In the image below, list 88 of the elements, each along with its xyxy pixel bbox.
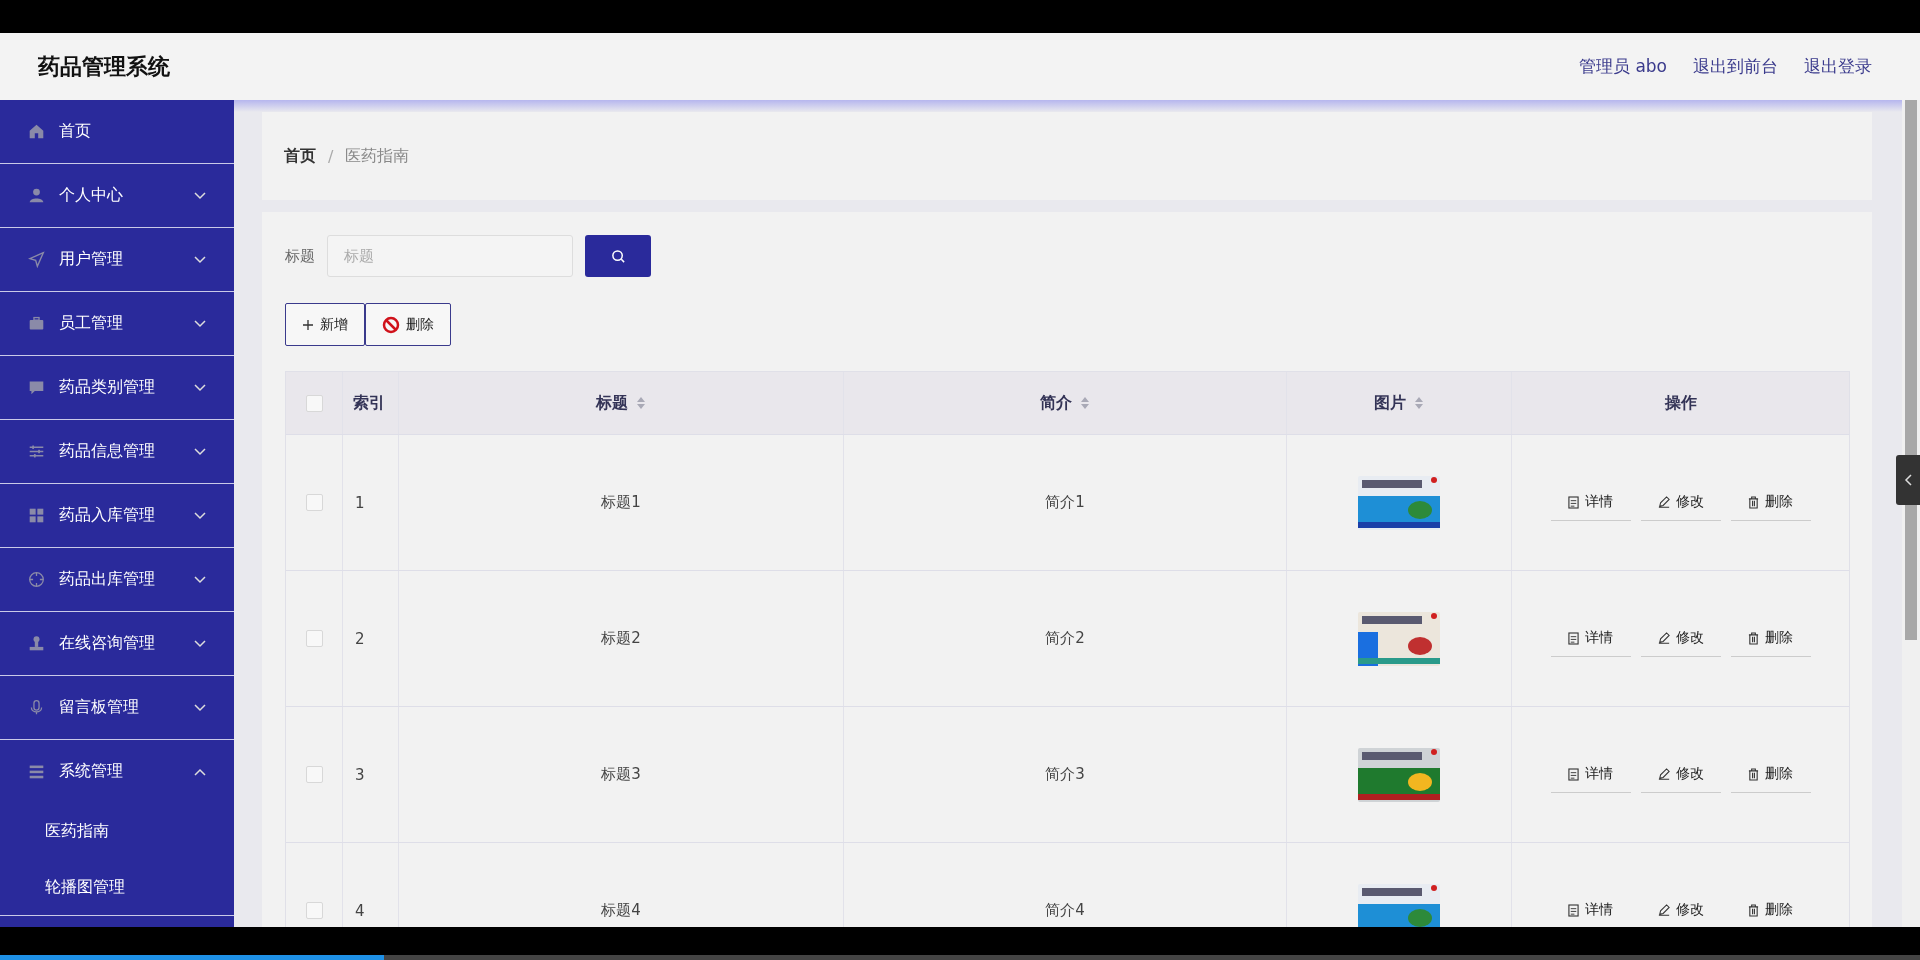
checkbox[interactable] [305,394,323,412]
table-cell: 3 [355,765,365,784]
pencil-icon [1657,904,1670,916]
table-cell: 标题4 [601,901,641,920]
trash-icon [1748,767,1759,781]
checkbox[interactable] [305,494,323,511]
document-icon [1568,631,1579,645]
menu-item[interactable]: 留言板管理 [0,676,234,739]
header-link[interactable]: 退出登录 [1804,55,1872,78]
breadcrumb-separator: / [328,146,334,166]
table-cell: 1 [355,493,365,512]
menu-icon [28,763,45,780]
sort-icon[interactable] [1080,396,1090,410]
table-cell: 简介4 [1045,901,1085,920]
column-header: 标题 [596,392,628,414]
table-cell: 简介3 [1045,765,1085,784]
row-action-button[interactable]: 详情 [1550,620,1631,657]
menu-item[interactable]: 药品类别管理 [0,356,234,419]
prohibited-icon [382,315,400,334]
submenu-item[interactable]: 轮播图管理 [0,859,234,915]
menu-item[interactable]: 员工管理 [0,292,234,355]
menu-icon [28,251,45,268]
breadcrumb-link[interactable]: 首页 [284,145,316,167]
video-progress-bar[interactable] [0,927,1920,960]
pencil-icon [1657,632,1670,644]
search-icon [610,248,626,264]
row-action-button[interactable]: 删除 [1730,756,1811,793]
column-header: 索引 [353,392,385,414]
menu-item[interactable]: 系统管理 [0,740,234,803]
pencil-icon [1657,768,1670,780]
collapse-tab[interactable] [1896,455,1920,505]
action-button[interactable]: 新增 [285,303,365,346]
table-cell: 标题2 [601,629,641,648]
action-button[interactable]: 删除 [365,303,451,346]
row-action-button[interactable]: 修改 [1640,484,1721,521]
table-cell: 标题3 [601,765,641,784]
checkbox[interactable] [305,766,323,783]
menu-icon [28,635,45,652]
trash-icon [1748,631,1759,645]
row-action-button[interactable]: 详情 [1550,756,1631,793]
menu-icon [28,699,45,716]
table-cell: 简介1 [1045,493,1085,512]
header-link[interactable]: 退出到前台 [1693,55,1778,78]
row-action-button[interactable]: 修改 [1640,756,1721,793]
chevron-left-icon [1904,474,1912,486]
document-icon [1568,903,1579,917]
pencil-icon [1657,496,1670,508]
menu-icon [28,571,45,588]
row-action-button[interactable]: 详情 [1550,484,1631,521]
plus-icon [302,318,314,331]
search-field[interactable]: 标题 [327,235,573,277]
column-header: 简介 [1040,392,1072,414]
checkbox[interactable] [305,902,323,919]
menu-item[interactable]: 药品入库管理 [0,484,234,547]
menu-icon [28,443,45,460]
sort-icon[interactable] [636,396,646,410]
sort-icon[interactable] [1414,396,1424,410]
scrollbar[interactable] [1902,100,1920,927]
table-cell: 4 [355,901,365,920]
menu-icon [28,507,45,524]
menu-item[interactable]: 在线咨询管理 [0,612,234,675]
document-icon [1568,767,1579,781]
trash-icon [1748,903,1759,917]
app-title: 药品管理系统 [38,52,170,81]
header-link[interactable]: 管理员 abo [1579,55,1667,78]
row-action-button[interactable]: 修改 [1640,620,1721,657]
menu-item[interactable]: 用户管理 [0,228,234,291]
search-button[interactable] [585,235,651,277]
menu-item[interactable]: 个人中心 [0,164,234,227]
search-label: 标题 [285,246,315,266]
table-cell: 简介2 [1045,629,1085,648]
menu-icon [28,187,45,204]
table-cell: 标题1 [601,493,641,512]
trash-icon [1748,495,1759,509]
column-header: 操作 [1664,392,1697,414]
document-icon [1568,495,1579,509]
row-action-button[interactable]: 删除 [1730,620,1811,657]
row-action-button[interactable]: 删除 [1730,484,1811,521]
table-cell: 2 [355,629,365,648]
column-header: 图片 [1374,392,1406,414]
menu-item[interactable]: 首页 [0,100,234,163]
menu-item[interactable]: 药品信息管理 [0,420,234,483]
menu-icon [28,379,45,396]
submenu-item[interactable]: 医药指南 [0,803,234,859]
menu-icon [28,123,45,140]
menu-item[interactable]: 药品出库管理 [0,548,234,611]
menu-icon [28,315,45,332]
checkbox[interactable] [305,630,323,647]
